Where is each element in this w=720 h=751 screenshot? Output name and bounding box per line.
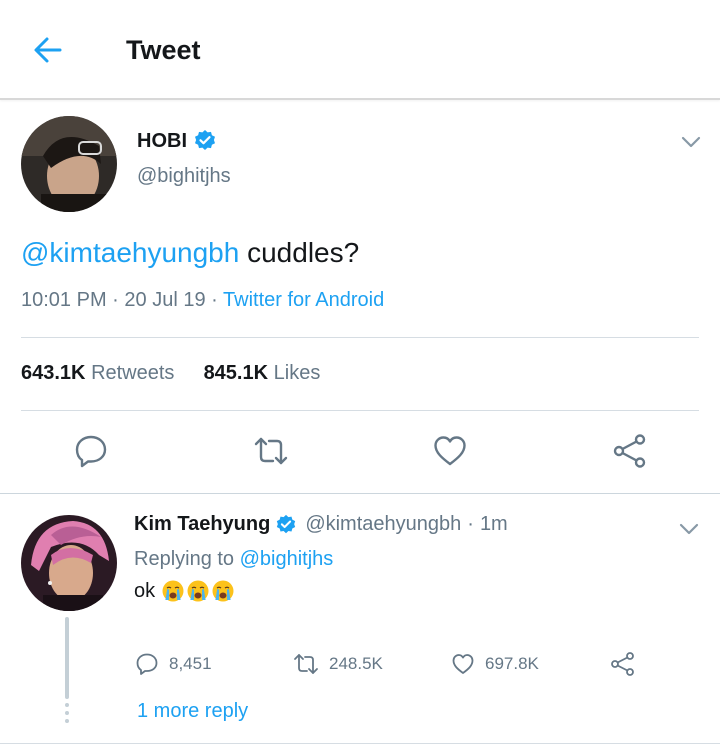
likes-count: 845.1K — [203, 362, 269, 384]
retweets-count: 643.1K — [21, 362, 86, 384]
mention-link[interactable]: @kimtaehyungbh — [21, 237, 239, 268]
reply-count: 8,451 — [169, 654, 212, 673]
retweets-label: Retweets — [91, 362, 175, 384]
divider — [21, 337, 699, 338]
thread-dots — [64, 703, 70, 727]
thread-line — [65, 617, 69, 699]
tweet-body: cuddles? — [239, 237, 360, 268]
share-icon[interactable] — [612, 433, 648, 469]
top-app-bar — [0, 0, 720, 100]
loudly-crying-face-icon — [212, 580, 234, 602]
tweet-time: 10:01 PM — [21, 289, 107, 311]
like-button[interactable]: 697.8K — [451, 652, 539, 676]
retweet-icon[interactable] — [253, 433, 289, 469]
chevron-down-icon[interactable] — [677, 517, 701, 541]
avatar[interactable] — [21, 515, 117, 611]
retweets-stat[interactable]: 643.1K Retweets — [21, 362, 174, 384]
replying-to: Replying to @bighitjhs — [134, 548, 333, 571]
separator: · — [211, 289, 218, 311]
share-icon[interactable] — [610, 651, 636, 677]
like-count: 697.8K — [485, 654, 539, 673]
heart-icon[interactable] — [432, 433, 468, 469]
verified-badge-icon — [277, 514, 296, 533]
more-replies-link[interactable]: 1 more reply — [137, 700, 248, 723]
separator: · — [467, 513, 474, 535]
divider — [21, 410, 699, 411]
reply-text: ok — [134, 579, 235, 603]
replying-to-link[interactable]: @bighitjhs — [240, 548, 334, 570]
author-name[interactable]: HOBI — [137, 130, 187, 153]
tweet-stats: 643.1K Retweets 845.1K Likes — [21, 362, 320, 385]
retweet-count: 248.5K — [329, 654, 383, 673]
loudly-crying-face-icon — [162, 580, 184, 602]
tweet-date: 20 Jul 19 — [124, 289, 206, 311]
divider — [0, 743, 720, 744]
tweet-metadata: 10:01 PM · 20 Jul 19 · Twitter for Andro… — [21, 289, 384, 312]
tweet-source-link[interactable]: Twitter for Android — [223, 289, 384, 311]
reply-icon[interactable] — [73, 433, 109, 469]
reply-header: Kim Taehyung @kimtaehyungbh · 1m — [134, 513, 508, 536]
separator: · — [112, 289, 119, 311]
tweet-text: @kimtaehyungbh cuddles? — [21, 237, 359, 269]
likes-label: Likes — [273, 362, 321, 384]
arrow-left-icon[interactable] — [30, 32, 66, 68]
chevron-down-icon[interactable] — [679, 130, 703, 154]
replying-prefix: Replying to — [134, 548, 235, 570]
author-name-row: HOBI — [137, 129, 217, 153]
retweet-button[interactable]: 248.5K — [293, 652, 383, 676]
reply-icon — [136, 653, 158, 675]
section-divider — [0, 493, 720, 494]
page-title: Tweet — [126, 35, 201, 65]
reply-author-handle[interactable]: @kimtaehyungbh — [305, 513, 461, 536]
reply-author-name[interactable]: Kim Taehyung — [134, 513, 270, 536]
reply-age: 1m — [479, 513, 508, 535]
loudly-crying-face-icon — [187, 580, 209, 602]
retweet-icon — [294, 654, 318, 674]
reply-body: ok — [134, 579, 156, 602]
heart-icon — [452, 654, 474, 674]
avatar[interactable] — [21, 116, 117, 212]
author-handle[interactable]: @bighitjhs — [137, 165, 231, 188]
reply-button[interactable]: 8,451 — [135, 652, 212, 676]
verified-badge-icon — [195, 130, 215, 150]
emoji-group — [161, 579, 235, 603]
likes-stat[interactable]: 845.1K Likes — [204, 362, 321, 384]
